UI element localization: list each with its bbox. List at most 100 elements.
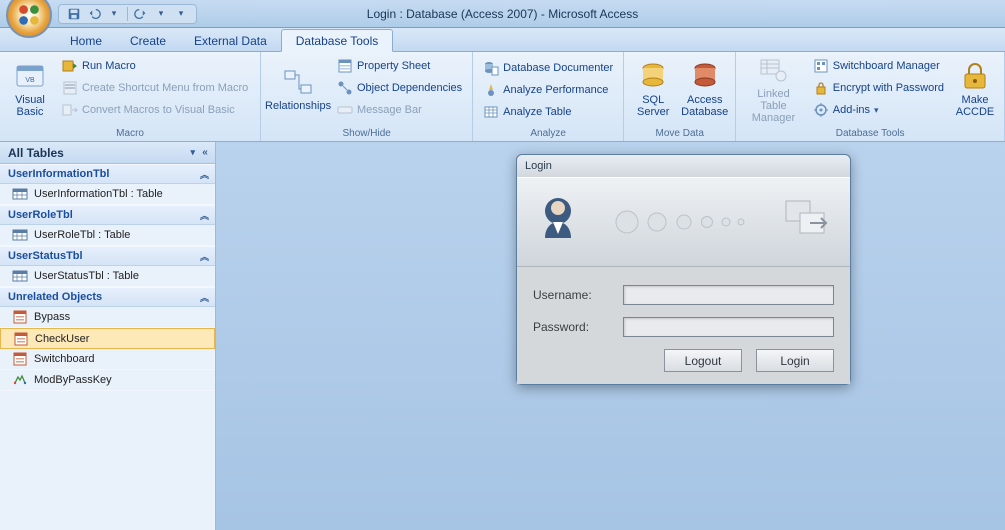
ribbon-group-movedata: SQL Server Access Database Move Data xyxy=(624,52,736,141)
qat-customize-icon[interactable]: ▾ xyxy=(174,7,188,21)
run-macro-button[interactable]: Run Macro xyxy=(58,56,252,76)
message-bar-label: Message Bar xyxy=(357,104,422,116)
tab-create[interactable]: Create xyxy=(116,30,180,51)
encrypt-icon xyxy=(813,80,829,96)
nav-group-label: UserInformationTbl xyxy=(8,168,109,180)
table-icon xyxy=(12,186,28,202)
nav-item-label: Bypass xyxy=(34,311,70,323)
nav-item[interactable]: Switchboard xyxy=(0,349,215,370)
sql-server-label: SQL Server xyxy=(637,94,669,118)
login-form-titlebar[interactable]: Login xyxy=(517,155,850,177)
nav-item[interactable]: Bypass xyxy=(0,307,215,328)
login-form-body: Username: Password: Logout Login xyxy=(517,267,850,384)
nav-group-unrelated[interactable]: Unrelated Objects ︽ xyxy=(0,287,215,307)
visual-basic-icon: VB xyxy=(14,60,46,92)
user-avatar-icon xyxy=(533,193,583,251)
redo-icon[interactable] xyxy=(134,7,148,21)
login-form-title: Login xyxy=(525,160,552,172)
nav-item-label: UserInformationTbl : Table xyxy=(34,188,163,200)
create-shortcut-icon xyxy=(62,80,78,96)
message-bar-button[interactable]: Message Bar xyxy=(333,100,466,120)
ribbon-group-dbtools: Linked Table Manager Switchboard Manager… xyxy=(736,52,1005,141)
ribbon-group-movedata-label: Move Data xyxy=(628,127,731,141)
database-documenter-label: Database Documenter xyxy=(503,62,613,74)
undo-dropdown-icon[interactable]: ▾ xyxy=(107,7,121,21)
object-dependencies-button[interactable]: Object Dependencies xyxy=(333,78,466,98)
nav-group-userstatus[interactable]: UserStatusTbl ︽ xyxy=(0,246,215,266)
chevron-up-icon: ︽ xyxy=(200,168,209,181)
run-macro-label: Run Macro xyxy=(82,60,136,72)
relationships-button[interactable]: Relationships xyxy=(265,54,331,124)
nav-item[interactable]: UserStatusTbl : Table xyxy=(0,266,215,287)
visual-basic-button[interactable]: VB Visual Basic xyxy=(4,54,56,124)
nav-group-label: Unrelated Objects xyxy=(8,291,102,303)
nav-item[interactable]: UserRoleTbl : Table xyxy=(0,225,215,246)
tab-external-data[interactable]: External Data xyxy=(180,30,281,51)
ribbon-group-dbtools-label: Database Tools xyxy=(740,127,1000,141)
ribbon-group-showhide-label: Show/Hide xyxy=(265,127,468,141)
nav-collapse-icon[interactable]: « xyxy=(199,147,211,158)
addins-button[interactable]: Add-ins ▾ xyxy=(809,100,948,120)
title-bar: ▾ ▾ ▾ Login : Database (Access 2007) - M… xyxy=(0,0,1005,28)
access-database-button[interactable]: Access Database xyxy=(678,54,731,124)
create-shortcut-label: Create Shortcut Menu from Macro xyxy=(82,82,248,94)
encrypt-password-button[interactable]: Encrypt with Password xyxy=(809,78,948,98)
nav-item-label: ModByPassKey xyxy=(34,374,112,386)
quick-access-toolbar: ▾ ▾ ▾ xyxy=(58,4,197,24)
analyze-performance-button[interactable]: Analyze Performance xyxy=(479,80,617,100)
analyze-performance-label: Analyze Performance xyxy=(503,84,608,96)
make-accde-icon xyxy=(959,60,991,92)
access-database-label: Access Database xyxy=(681,94,728,118)
chevron-up-icon: ︽ xyxy=(200,209,209,222)
encrypt-label: Encrypt with Password xyxy=(833,82,944,94)
linked-table-manager-button[interactable]: Linked Table Manager xyxy=(740,54,807,124)
access-database-icon xyxy=(689,60,721,92)
undo-icon[interactable] xyxy=(87,7,101,21)
ribbon: VB Visual Basic Run Macro Create Shortcu… xyxy=(0,52,1005,142)
ribbon-group-macro-label: Macro xyxy=(4,127,256,141)
password-input[interactable] xyxy=(623,317,834,337)
save-icon[interactable] xyxy=(67,7,81,21)
username-input[interactable] xyxy=(623,285,834,305)
nav-group-userinformation[interactable]: UserInformationTbl ︽ xyxy=(0,164,215,184)
redo-dropdown-icon[interactable]: ▾ xyxy=(154,7,168,21)
create-shortcut-menu-button[interactable]: Create Shortcut Menu from Macro xyxy=(58,78,252,98)
nav-group-userrole[interactable]: UserRoleTbl ︽ xyxy=(0,205,215,225)
nav-item[interactable]: ModByPassKey xyxy=(0,370,215,391)
analyze-table-label: Analyze Table xyxy=(503,106,571,118)
window-title: Login : Database (Access 2007) - Microso… xyxy=(367,7,638,21)
form-canvas: Login Use xyxy=(216,142,1005,530)
tab-home[interactable]: Home xyxy=(56,30,116,51)
convert-macros-button[interactable]: Convert Macros to Visual Basic xyxy=(58,100,252,120)
nav-item-selected[interactable]: CheckUser xyxy=(0,328,215,349)
analyze-table-button[interactable]: Analyze Table xyxy=(479,102,617,122)
svg-text:VB: VB xyxy=(25,77,35,84)
make-accde-button[interactable]: Make ACCDE xyxy=(950,54,1000,124)
login-form-banner xyxy=(517,177,850,267)
sql-server-button[interactable]: SQL Server xyxy=(628,54,678,124)
database-documenter-button[interactable]: Database Documenter xyxy=(479,58,617,78)
ribbon-group-macro: VB Visual Basic Run Macro Create Shortcu… xyxy=(0,52,261,141)
ribbon-tabstrip: Home Create External Data Database Tools xyxy=(0,28,1005,52)
nav-item-label: CheckUser xyxy=(35,333,89,345)
ribbon-group-analyze-label: Analyze xyxy=(477,127,619,141)
analyze-performance-icon xyxy=(483,82,499,98)
navigation-pane-header[interactable]: All Tables ▾ « xyxy=(0,142,215,164)
chevron-up-icon: ︽ xyxy=(200,250,209,263)
switchboard-manager-icon xyxy=(813,58,829,74)
property-sheet-button[interactable]: Property Sheet xyxy=(333,56,466,76)
username-label: Username: xyxy=(533,288,611,302)
logout-button[interactable]: Logout xyxy=(664,349,742,372)
analyze-table-icon xyxy=(483,104,499,120)
property-sheet-label: Property Sheet xyxy=(357,60,430,72)
boxes-arrow-icon xyxy=(780,195,834,249)
relationships-label: Relationships xyxy=(265,100,331,112)
nav-item[interactable]: UserInformationTbl : Table xyxy=(0,184,215,205)
navigation-pane-title: All Tables xyxy=(8,146,64,160)
nav-category-dropdown-icon[interactable]: ▾ xyxy=(190,147,195,158)
make-accde-label: Make ACCDE xyxy=(956,94,995,118)
tab-database-tools[interactable]: Database Tools xyxy=(281,29,394,52)
login-button[interactable]: Login xyxy=(756,349,834,372)
qat-separator xyxy=(127,7,128,21)
switchboard-manager-button[interactable]: Switchboard Manager xyxy=(809,56,948,76)
